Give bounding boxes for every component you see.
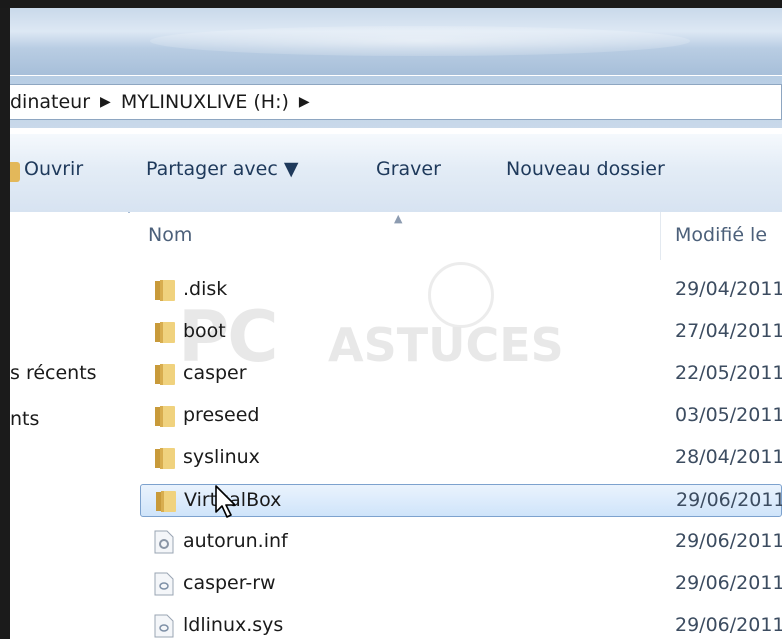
file-row[interactable]: preseed 03/05/2011 — [140, 400, 782, 433]
navigation-pane: s récents nts — [10, 212, 128, 639]
folder-icon — [155, 322, 175, 343]
file-date: 03/05/2011 — [675, 404, 782, 426]
window-left-edge — [0, 8, 10, 639]
file-date: 29/06/2011 — [675, 572, 782, 594]
folder-icon — [155, 280, 175, 301]
file-row[interactable]: autorun.inf 29/06/2011 — [140, 526, 782, 559]
breadcrumb-separator-icon[interactable]: ▶ — [299, 94, 310, 110]
folder-icon — [156, 491, 176, 512]
file-date: 28/04/2011 — [675, 446, 782, 468]
sort-ascending-icon: ▲ — [394, 212, 403, 225]
new-folder-button[interactable]: Nouveau dossier — [506, 158, 665, 180]
file-date: 29/06/2011 — [675, 530, 782, 552]
file-name: syslinux — [183, 446, 260, 468]
breadcrumb-separator-icon[interactable]: ▶ — [100, 94, 111, 110]
file-name: autorun.inf — [183, 530, 288, 552]
nav-item-documents[interactable]: nts — [10, 408, 39, 430]
generic-file-icon — [154, 572, 174, 596]
column-divider[interactable] — [660, 212, 661, 260]
command-bar: Ouvrir Partager avec ▼ Graver Nouveau do… — [10, 134, 782, 213]
folder-icon — [155, 448, 175, 469]
aero-glass-highlight — [150, 26, 690, 56]
breadcrumb-computer[interactable]: dinateur ▶ — [10, 91, 121, 113]
breadcrumb-drive-label: MYLINUXLIVE (H:) — [120, 91, 289, 113]
share-with-button[interactable]: Partager avec ▼ — [146, 158, 298, 180]
address-box[interactable]: dinateur ▶ MYLINUXLIVE (H:) ▶ — [10, 84, 782, 120]
file-row[interactable]: .disk 29/04/2011 — [140, 274, 782, 307]
file-date: 29/06/2011 — [675, 614, 782, 636]
file-list: .disk 29/04/2011 boot 27/04/2011 casper … — [130, 274, 782, 639]
breadcrumb-computer-label: dinateur — [10, 91, 91, 113]
generic-file-icon — [154, 614, 174, 638]
column-header-modified[interactable]: Modifié le — [675, 224, 767, 246]
mouse-pointer-icon — [215, 485, 236, 518]
settings-file-icon — [154, 530, 174, 554]
file-row[interactable]: ldlinux.sys 29/06/2011 — [140, 610, 782, 643]
file-date: 27/04/2011 — [675, 320, 782, 342]
folder-icon — [155, 406, 175, 427]
breadcrumb-drive[interactable]: MYLINUXLIVE (H:) ▶ — [121, 91, 320, 113]
nav-item-recent[interactable]: s récents — [10, 362, 97, 384]
file-name: ldlinux.sys — [183, 614, 284, 636]
file-name: casper-rw — [183, 572, 276, 594]
file-row[interactable]: casper-rw 29/06/2011 — [140, 568, 782, 601]
open-icon — [10, 162, 20, 182]
file-row[interactable]: syslinux 28/04/2011 — [140, 442, 782, 475]
folder-icon — [155, 364, 175, 385]
column-header: ▲ Nom Modifié le — [130, 212, 782, 260]
window-title-bar[interactable] — [0, 0, 782, 75]
open-button[interactable]: Ouvrir — [24, 158, 83, 180]
file-row[interactable]: boot 27/04/2011 — [140, 316, 782, 349]
file-name: boot — [183, 320, 226, 342]
file-row[interactable]: casper 22/05/2011 — [140, 358, 782, 391]
file-name: casper — [183, 362, 247, 384]
file-name: preseed — [183, 404, 260, 426]
address-bar: dinateur ▶ MYLINUXLIVE (H:) ▶ — [10, 76, 782, 128]
file-name: .disk — [183, 278, 228, 300]
column-header-name[interactable]: Nom — [148, 224, 192, 246]
burn-button[interactable]: Graver — [376, 158, 441, 180]
file-date: 29/04/2011 — [675, 278, 782, 300]
file-date: 29/06/2011 — [676, 489, 782, 511]
file-date: 22/05/2011 — [675, 362, 782, 384]
